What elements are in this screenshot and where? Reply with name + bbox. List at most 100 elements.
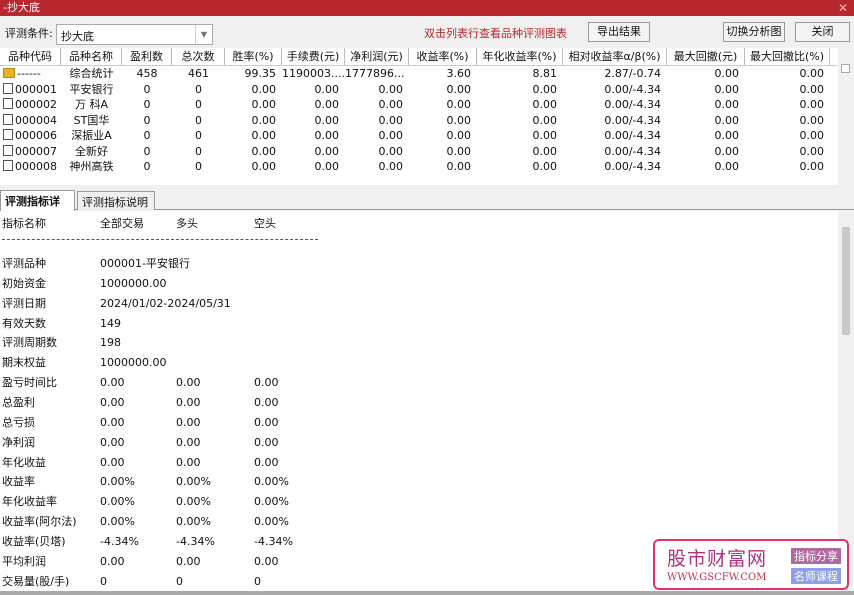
metric-value: 0.00% (254, 515, 289, 529)
condition-select[interactable]: 抄大底 ▼ (56, 24, 213, 45)
stock-code: 000001 (15, 82, 57, 96)
metric-value: 0.00 (176, 376, 201, 390)
table-cell: 0 (195, 98, 202, 111)
metric-value: 0.00 (254, 554, 279, 568)
column-header[interactable]: 品种名称 (61, 48, 122, 65)
table-cell: 神州高铁 (69, 160, 114, 173)
horizontal-scrollbar[interactable] (0, 591, 854, 595)
metric-label: 总亏损 (2, 415, 35, 429)
close-button[interactable]: 关闭 (795, 22, 850, 42)
table-cell: 000006 (0, 128, 61, 144)
table-cell: 0 (143, 82, 151, 96)
table-cell: 0 (143, 129, 151, 142)
close-icon[interactable]: ✕ (838, 0, 848, 16)
column-header[interactable]: 收益率(%) (409, 48, 477, 65)
metric-value: 0.00 (100, 455, 125, 469)
document-icon (3, 144, 13, 156)
column-checkbox[interactable] (841, 64, 850, 73)
metric-label: 年化收益 (2, 455, 46, 469)
table-cell: 1190003.... (282, 67, 345, 80)
table-cell: 0.00 (799, 67, 825, 80)
table-cell: 0.00 (378, 82, 404, 96)
document-icon (3, 160, 13, 171)
table-cell: 000002 (0, 97, 61, 113)
metric-value: 0.00% (254, 475, 289, 489)
table-cell: 0.00/-4.34 (604, 129, 661, 142)
column-header[interactable]: 最大回撤(元) (667, 48, 745, 65)
table-cell: 全新好 (75, 144, 108, 158)
table-cell: 0.00 (251, 129, 277, 142)
table-cell: ST国华 (73, 113, 110, 127)
logo-url: WWW.GSCFW.COM (667, 572, 767, 583)
metric-value: -4.34% (176, 534, 215, 548)
column-header[interactable]: 总次数 (172, 48, 225, 65)
table-row[interactable]: 000001 平安银行 0 0 0.00 0.00 0.00 0.00 0.00 0.00/-4.… (0, 82, 838, 98)
vertical-scrollbar[interactable] (838, 211, 854, 591)
table-cell: 0.00 (446, 98, 472, 111)
column-header[interactable]: 品种代码 (0, 48, 61, 65)
metric-value: 0.00% (176, 515, 211, 529)
table-cell: 0.00 (714, 67, 740, 80)
metric-value: 0.00% (100, 475, 135, 489)
table-row[interactable]: 000002 万 科A 0 0 0.00 0.00 0.00 0.00 0.00 0.00/-4.… (0, 97, 838, 113)
metric-label: 评测日期 (2, 296, 46, 310)
table-cell: 0.00 (251, 160, 277, 173)
logo-name: 股市财富网 (667, 548, 768, 570)
metric-value: 0.00 (254, 455, 279, 469)
table-cell: 0.00 (251, 144, 277, 158)
condition-value: 抄大底 (61, 30, 94, 43)
metric-label: 评测品种 (2, 257, 46, 270)
folder-icon (3, 68, 15, 78)
table-cell: 万 科A (74, 98, 109, 111)
tab-indicator-details[interactable]: 评测指标详情 (0, 190, 75, 224)
metric-value: 0.00 (254, 395, 279, 409)
table-cell: 1777896... (345, 67, 405, 80)
switch-chart-button[interactable]: 切换分析图 (723, 22, 785, 42)
column-header[interactable]: 最大回撤比(%) (745, 48, 830, 65)
metric-label: 盈亏时间比 (2, 376, 57, 390)
column-header[interactable]: 年化收益率(%) (477, 48, 563, 65)
metric-value: 198 (100, 336, 121, 350)
document-icon (3, 98, 13, 109)
metric-label: 平均利润 (2, 554, 46, 568)
metric-value: 0.00 (176, 554, 201, 568)
metric-value: 2024/01/02-2024/05/31 (100, 296, 231, 310)
table-row[interactable]: 000006 深振业A 0 0 0.00 0.00 0.00 0.00 0.00 0.00/-4.… (0, 128, 838, 144)
export-button[interactable]: 导出结果 (588, 22, 650, 42)
stock-code: 000006 (15, 129, 57, 142)
metric-label: 收益率 (2, 475, 35, 489)
table-row[interactable]: 000008 神州高铁 0 0 0.00 0.00 0.00 0.00 0.00 0.00/-4.… (0, 159, 838, 175)
table-row[interactable]: 000007 全新好 0 0 0.00 0.00 0.00 0.00 0.00 0.00/-4.3… (0, 144, 838, 160)
table-cell: 000007 (0, 144, 61, 160)
column-header[interactable]: 胜率(%) (225, 48, 282, 65)
table-cell: 0.00/-4.34 (604, 82, 661, 96)
table-cell: 0.00 (251, 113, 277, 127)
metric-value: 000001-平安银行 (100, 257, 190, 270)
document-icon (3, 113, 13, 125)
chevron-down-icon[interactable]: ▼ (195, 25, 212, 44)
metric-value: -4.34% (100, 534, 139, 548)
metric-value: 0.00% (100, 495, 135, 509)
metric-label: 指标名称 (2, 217, 46, 230)
column-header[interactable]: 净利润(元) (345, 48, 409, 65)
tab-indicator-explanation[interactable]: 评测指标说明 (77, 191, 155, 210)
metric-value: 空头 (254, 217, 276, 230)
metric-value: 0.00% (176, 495, 211, 509)
table-cell: 0.00 (799, 113, 825, 127)
table-row[interactable]: 000004 ST国华 0 0 0.00 0.00 0.00 0.00 0.00 0.00/-4.… (0, 113, 838, 129)
table-cell: 0 (143, 113, 151, 127)
metric-label: 有效天数 (2, 316, 46, 330)
scroll-thumb[interactable] (842, 227, 850, 335)
table-cell: 8.81 (532, 67, 558, 80)
column-header[interactable]: 盈利数 (122, 48, 172, 65)
metric-value: 0.00 (176, 395, 201, 409)
metric-value: 0 (176, 574, 183, 588)
table-cell: 0.00 (378, 129, 404, 142)
table-cell: 0 (195, 129, 202, 142)
column-header[interactable]: 相对收益率α/β(%) (563, 48, 667, 65)
detail-panel: 指标名称 全部交易 多头 空头 评测品种 000001-平安银行 初始资金 1000000.0… (0, 211, 838, 591)
metric-label: 净利润 (2, 435, 35, 449)
table-row[interactable]: ------ 综合统计 458 461 99.35 1190003.... 1777896.… (0, 66, 838, 82)
column-header[interactable]: 手续费(元) (282, 48, 345, 65)
table-cell: 0.00 (314, 98, 340, 111)
